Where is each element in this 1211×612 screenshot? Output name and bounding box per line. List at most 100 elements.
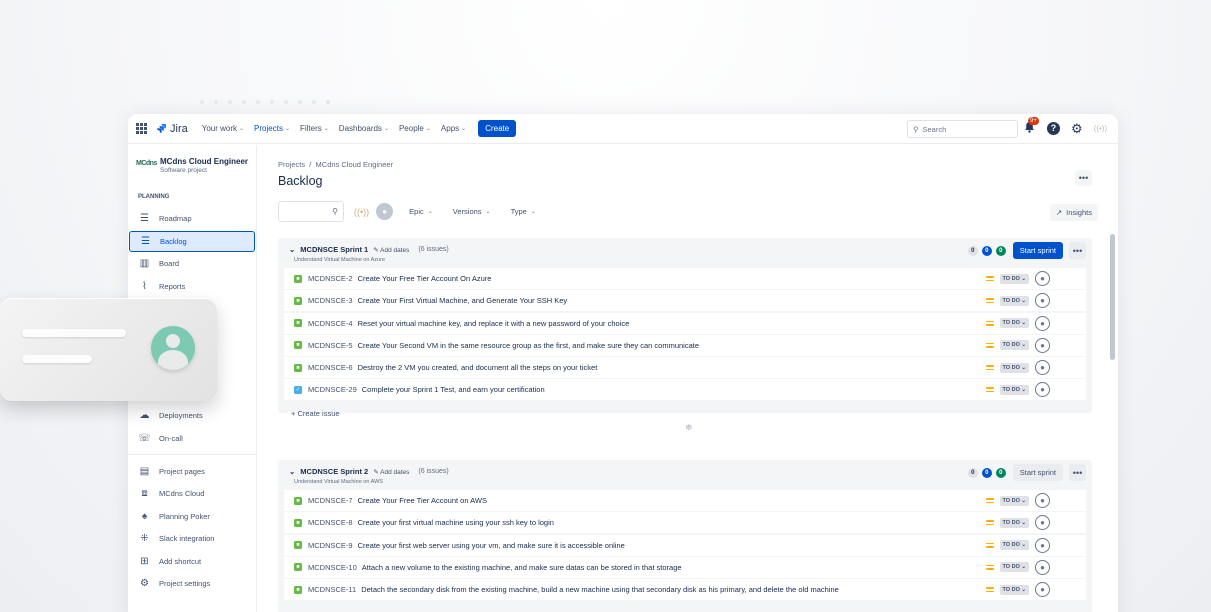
status-dropdown[interactable]: TO DO ⌄ (999, 584, 1029, 595)
status-dropdown[interactable]: TO DO ⌄ (999, 384, 1029, 395)
backlog-search-input[interactable]: ⚲ (278, 201, 344, 222)
sprint-more-button[interactable]: ••• (1069, 242, 1086, 259)
jira-logo[interactable]: Jira (156, 123, 188, 135)
issue-row[interactable]: ■ MCDNSCE-6 Destroy the 2 VM you created, … (284, 357, 1086, 379)
issue-row[interactable]: ■ MCDNSCE-3 Create Your First Virtual Mach… (284, 290, 1086, 312)
issue-key[interactable]: MCDNSCE-11 (308, 585, 356, 594)
epic-filter[interactable]: Epic ⌄ (409, 207, 433, 216)
status-dropdown[interactable]: TO DO ⌄ (999, 318, 1029, 329)
issue-key[interactable]: MCDNSCE-4 (308, 319, 353, 328)
versions-filter[interactable]: Versions ⌄ (453, 207, 491, 216)
gear-icon[interactable]: ⚙ (1071, 122, 1083, 135)
status-dropdown[interactable]: TO DO ⌄ (999, 362, 1029, 373)
status-dropdown[interactable]: TO DO ⌄ (999, 273, 1029, 284)
issue-row[interactable]: ■ MCDNSCE-11 Detach the secondary disk fro… (284, 579, 1086, 601)
issue-key[interactable]: MCDNSCE-3 (308, 296, 353, 305)
sidebar-item-planning-poker[interactable]: ♠ Planning Poker (128, 506, 256, 527)
issue-row[interactable]: ■ MCDNSCE-8 Create your first virtual mach… (284, 512, 1086, 534)
sidebar-item-add-shortcut[interactable]: ⊞ Add shortcut (128, 551, 256, 572)
issue-summary: Create your first web server using your … (357, 540, 625, 550)
issue-key[interactable]: MCDNSCE-29 (308, 385, 357, 394)
assignee-avatar[interactable]: ● (1035, 382, 1050, 398)
sidebar-item-board[interactable]: ▥ Board (128, 253, 256, 274)
search-input[interactable]: ⚲ Search (907, 120, 1018, 138)
issue-row[interactable]: ■ MCDNSCE-9 Create your first web server u… (284, 534, 1086, 556)
broadcast-icon[interactable]: ((•)) (1094, 124, 1107, 133)
priority-medium-icon (985, 342, 994, 348)
issue-row[interactable]: ■ MCDNSCE-5 Create Your Second VM in the s… (284, 334, 1086, 356)
sidebar-item-project-pages[interactable]: ▤ Project pages (128, 461, 256, 482)
sidebar-item-deployments[interactable]: ☁ Deployments (128, 405, 256, 426)
more-actions-button[interactable]: ••• (1075, 170, 1092, 186)
collapse-chevron-icon[interactable]: ⌄ (289, 467, 295, 476)
story-icon: ■ (294, 518, 302, 527)
project-header[interactable]: MCdns MCdns Cloud Engineer Software proj… (128, 157, 256, 174)
board-icon: ▥ (139, 258, 150, 269)
assignee-avatar[interactable]: ● (1035, 582, 1050, 598)
status-dropdown[interactable]: TO DO ⌄ (999, 495, 1029, 506)
assignee-avatar[interactable]: ● (1035, 293, 1050, 309)
nav-your-work[interactable]: Your work ⌄ (202, 124, 244, 133)
issue-key[interactable]: MCDNSCE-9 (308, 541, 353, 550)
drag-handle-icon[interactable]: ≑ (685, 422, 693, 433)
nav-dashboards[interactable]: Dashboards ⌄ (339, 124, 389, 133)
assignee-avatar[interactable]: ● (1035, 493, 1050, 508)
nav-people[interactable]: People ⌄ (399, 124, 431, 133)
add-dates-label: Add dates (380, 468, 410, 476)
app-switcher-icon[interactable] (136, 122, 148, 135)
status-dropdown[interactable]: TO DO ⌄ (999, 295, 1029, 306)
issue-row[interactable]: ■ MCDNSCE-10 Attach a new volume to the ex… (284, 556, 1086, 578)
issue-key[interactable]: MCDNSCE-2 (308, 274, 353, 283)
add-dates-link[interactable]: ✎ Add dates (373, 468, 409, 476)
issue-key[interactable]: MCDNSCE-6 (308, 363, 353, 372)
breadcrumb-project[interactable]: MCdns Cloud Engineer (316, 160, 394, 169)
assignee-avatar[interactable]: ● (1035, 537, 1050, 553)
sidebar-item-backlog[interactable]: ☰ Backlog (129, 230, 255, 252)
start-sprint-button[interactable]: Start sprint (1012, 464, 1063, 481)
issue-key[interactable]: MCDNSCE-5 (308, 341, 353, 350)
status-dropdown[interactable]: TO DO ⌄ (999, 340, 1029, 351)
status-dropdown[interactable]: TO DO ⌄ (999, 517, 1029, 528)
help-icon[interactable]: ? (1047, 121, 1060, 135)
sidebar-item-reports[interactable]: ⌇ Reports (128, 276, 256, 297)
breadcrumb-projects[interactable]: Projects (278, 160, 305, 169)
status-dropdown[interactable]: TO DO ⌄ (999, 562, 1029, 573)
issue-key[interactable]: MCDNSCE-7 (308, 496, 353, 505)
assignee-avatar[interactable]: ● (1035, 559, 1050, 575)
start-sprint-button[interactable]: Start sprint (1012, 242, 1063, 259)
user-avatar-filter[interactable]: ● (376, 203, 394, 220)
issue-list: ■ MCDNSCE-7 Create Your Free Tier Account … (278, 490, 1092, 601)
nav-filters[interactable]: Filters ⌄ (300, 124, 329, 133)
type-filter[interactable]: Type ⌄ (511, 207, 536, 216)
nav-apps[interactable]: Apps ⌄ (441, 124, 466, 133)
assignee-avatar[interactable]: ● (1035, 271, 1050, 286)
sprint-more-button[interactable]: ••• (1069, 464, 1086, 481)
issue-row[interactable]: ■ MCDNSCE-2 Create Your Free Tier Account … (284, 268, 1086, 289)
vertical-scrollbar[interactable] (1110, 234, 1115, 360)
issue-row[interactable]: ■ MCDNSCE-7 Create Your Free Tier Account … (284, 490, 1086, 511)
nav-projects[interactable]: Projects ⌄ (254, 124, 290, 133)
sidebar-item-on-call[interactable]: ☏ On-call (128, 428, 256, 449)
sidebar-item-mcdns-cloud[interactable]: ⧈ MCdns Cloud (128, 483, 256, 504)
insights-button[interactable]: ↗ Insights (1049, 204, 1098, 221)
sidebar-item-roadmap[interactable]: ☰ Roadmap (128, 208, 256, 229)
collapse-chevron-icon[interactable]: ⌄ (289, 245, 295, 254)
assignee-avatar[interactable]: ● (1035, 315, 1050, 331)
assignee-avatar[interactable]: ● (1035, 360, 1050, 376)
broadcast-icon[interactable]: ((•)) (354, 207, 369, 217)
sidebar-item-project-settings[interactable]: ⚙ Project settings (128, 573, 256, 594)
notifications-button[interactable]: 9+ (1024, 117, 1039, 135)
search-placeholder: Search (922, 124, 947, 134)
add-dates-link[interactable]: ✎ Add dates (373, 246, 409, 254)
status-dropdown[interactable]: TO DO ⌄ (999, 540, 1029, 551)
create-button[interactable]: Create (478, 120, 517, 137)
issue-summary: Reset your virtual machine key, and repl… (357, 318, 630, 328)
assignee-avatar[interactable]: ● (1035, 515, 1050, 531)
assignee-avatar[interactable]: ● (1035, 337, 1050, 353)
issue-row[interactable]: ✓ MCDNSCE-29 Complete your Sprint 1 Test, … (284, 379, 1086, 401)
issue-key[interactable]: MCDNSCE-10 (308, 563, 357, 572)
sprint-name: MCDNSCE Sprint 2 (300, 467, 369, 476)
sidebar-item-slack-integration[interactable]: ⁜ Slack integration (128, 528, 256, 549)
issue-row[interactable]: ■ MCDNSCE-4 Reset your virtual machine key… (284, 312, 1086, 334)
issue-key[interactable]: MCDNSCE-8 (308, 518, 353, 527)
